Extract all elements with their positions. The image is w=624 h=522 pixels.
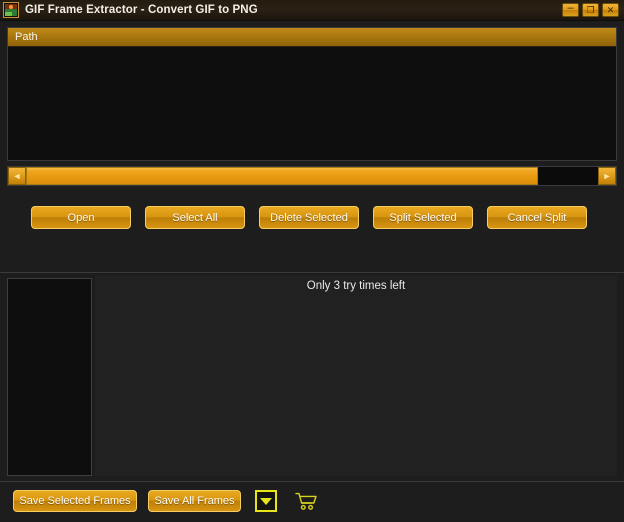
close-icon: ✕ <box>606 4 615 15</box>
bottom-toolbar: Save Selected Frames Save All Frames <box>0 484 624 518</box>
maximize-icon: ❐ <box>586 4 595 15</box>
minimize-button[interactable]: – <box>562 3 579 17</box>
window-title: GIF Frame Extractor - Convert GIF to PNG <box>25 4 258 16</box>
bottom-divider <box>0 481 624 482</box>
title-bar: GIF Frame Extractor - Convert GIF to PNG… <box>0 0 624 21</box>
maximize-button[interactable]: ❐ <box>582 3 599 17</box>
split-selected-button[interactable]: Split Selected <box>373 206 473 229</box>
application-window: GIF Frame Extractor - Convert GIF to PNG… <box>0 0 624 522</box>
thumbnail-preview-panel[interactable] <box>7 278 92 476</box>
horizontal-scrollbar[interactable]: ◄ ► <box>7 166 617 186</box>
shopping-cart-glyph <box>295 492 317 510</box>
trial-status-text: Only 3 try times left <box>306 280 406 292</box>
column-header-path[interactable]: Path <box>8 31 38 43</box>
file-list-panel[interactable]: Path <box>7 27 617 161</box>
scrollbar-track[interactable] <box>26 167 598 185</box>
section-divider <box>0 272 624 273</box>
close-button[interactable]: ✕ <box>602 3 619 17</box>
select-all-button[interactable]: Select All <box>145 206 245 229</box>
file-list-body[interactable] <box>8 47 616 160</box>
action-button-row: Open Select All Delete Selected Split Se… <box>0 206 624 229</box>
save-selected-frames-button[interactable]: Save Selected Frames <box>13 490 137 512</box>
delete-selected-button[interactable]: Delete Selected <box>259 206 359 229</box>
status-panel: Only 3 try times left <box>95 275 617 476</box>
minimize-icon: – <box>567 2 574 14</box>
shopping-cart-icon[interactable] <box>293 489 319 513</box>
scroll-right-arrow-icon[interactable]: ► <box>598 167 616 185</box>
file-list-header: Path <box>8 28 616 47</box>
window-controls: – ❐ ✕ <box>562 3 619 17</box>
cancel-split-button[interactable]: Cancel Split <box>487 206 587 229</box>
chevron-down-icon[interactable] <box>255 490 277 512</box>
picture-icon <box>3 2 19 18</box>
open-button[interactable]: Open <box>31 206 131 229</box>
save-all-frames-button[interactable]: Save All Frames <box>148 490 241 512</box>
scroll-left-arrow-icon[interactable]: ◄ <box>8 167 26 185</box>
scrollbar-thumb[interactable] <box>26 167 538 185</box>
